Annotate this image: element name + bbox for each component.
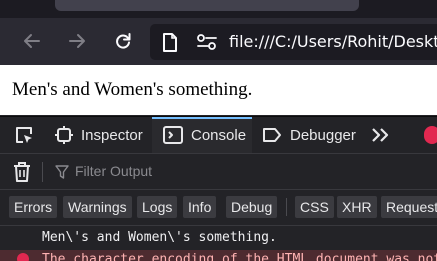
page-body-text: Men's and Women's something. (12, 79, 253, 100)
back-button[interactable] (17, 26, 47, 56)
debugger-icon (263, 128, 281, 142)
console-error-row: The character encoding of the HTML docum… (0, 250, 437, 261)
tab-debugger[interactable]: Debugger (262, 117, 362, 153)
filter-output-input[interactable]: Filter Output (75, 163, 152, 179)
chip-debug[interactable]: Debug (226, 196, 278, 218)
arrow-right-icon (69, 34, 85, 48)
inspector-icon (55, 126, 73, 144)
chip-requests[interactable]: Requests (381, 196, 437, 218)
url-text[interactable]: file:///C:/Users/Rohit/Desktop/ (229, 32, 437, 51)
more-tabs-button[interactable] (370, 117, 400, 153)
chip-info[interactable]: Info (183, 196, 217, 218)
page-viewport: Men's and Women's something. (0, 65, 437, 115)
tab-inspector-label: Inspector (81, 126, 143, 144)
error-count-badge[interactable] (424, 126, 437, 144)
devtools-tab-bar: Inspector Console Debugger (0, 116, 437, 153)
permissions-icon[interactable] (196, 33, 218, 51)
console-icon (163, 126, 183, 144)
forward-button[interactable] (62, 26, 92, 56)
tab-inspector[interactable]: Inspector (55, 117, 149, 153)
filter-divider (42, 162, 43, 182)
chip-divider (286, 198, 287, 216)
browser-tab[interactable] (55, 0, 359, 11)
element-picker-icon (15, 127, 32, 143)
chip-warnings[interactable]: Warnings (63, 196, 132, 218)
reload-icon (116, 33, 131, 49)
address-bar[interactable]: file:///C:/Users/Rohit/Desktop/ (150, 24, 437, 60)
chip-errors[interactable]: Errors (9, 196, 58, 218)
tab-console[interactable]: Console (152, 117, 252, 153)
arrow-left-icon (24, 34, 40, 48)
double-chevron-right-icon (372, 128, 389, 142)
reload-button[interactable] (108, 26, 138, 56)
page-icon (163, 33, 177, 52)
log-level-filters: Errors Warnings Logs Info Debug CSS XHR … (0, 190, 437, 226)
error-icon (17, 253, 29, 261)
element-picker-button[interactable] (0, 117, 47, 153)
tab-debugger-label: Debugger (290, 126, 356, 144)
tab-console-label: Console (191, 126, 247, 144)
navigation-toolbar: file:///C:/Users/Rohit/Desktop/ (0, 18, 437, 65)
tab-strip (0, 0, 437, 18)
console-log-row: Men\'s and Women\'s something. (0, 226, 437, 250)
chip-logs[interactable]: Logs (137, 196, 178, 218)
console-filter-bar: Filter Output (0, 153, 437, 190)
console-log-message[interactable]: Men\'s and Women\'s something. (42, 230, 277, 245)
filter-icon (55, 165, 69, 179)
console-error-message[interactable]: The character encoding of the HTML docum… (42, 252, 437, 261)
chip-xhr[interactable]: XHR (337, 196, 377, 218)
trash-icon[interactable] (12, 161, 32, 183)
chip-css[interactable]: CSS (295, 196, 334, 218)
